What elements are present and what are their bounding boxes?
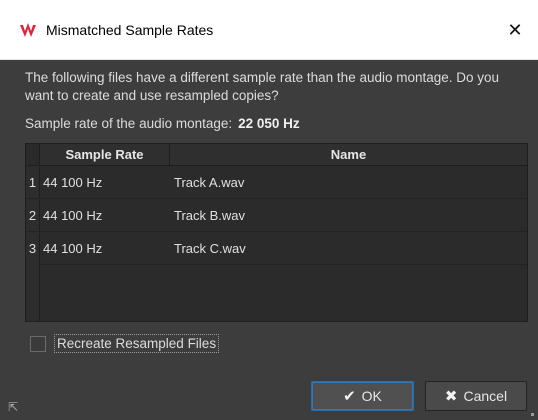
cell-sample-rate: 44 100 Hz	[43, 175, 103, 190]
cell-name: Track B.wav	[174, 208, 246, 223]
cell-name: Track C.wav	[174, 241, 246, 256]
description-text: The following files have a different sam…	[25, 70, 500, 103]
cell-sample-rate: 44 100 Hz	[43, 208, 103, 223]
table-row[interactable]: 3 44 100 Hz Track C.wav	[26, 233, 527, 265]
table-row[interactable]: 1 44 100 Hz Track A.wav	[26, 167, 527, 199]
dialog-body: The following files have a different sam…	[0, 61, 538, 420]
recreate-checkbox[interactable]	[30, 335, 46, 352]
row-number: 2	[26, 200, 40, 231]
montage-rate-label: Sample rate of the audio montage:	[25, 116, 233, 131]
cell-name: Track A.wav	[174, 175, 245, 190]
ok-button-label: OK	[361, 388, 382, 404]
cancel-button[interactable]: ✖ Cancel	[425, 381, 527, 411]
window-title: Mismatched Sample Rates	[46, 22, 214, 38]
resize-grip-icon[interactable]: ⇱	[8, 400, 18, 414]
column-header-sample-rate[interactable]: Sample Rate	[40, 144, 170, 165]
recreate-option[interactable]: Recreate Resampled Files	[30, 334, 220, 353]
dialog-window: Mismatched Sample Rates ✕ The following …	[0, 0, 538, 420]
recreate-checkbox-label[interactable]: Recreate Resampled Files	[54, 334, 220, 353]
cancel-button-label: Cancel	[463, 388, 508, 404]
wavelab-logo-icon	[20, 23, 36, 37]
x-icon: ✖	[444, 388, 458, 405]
checkmark-icon: ✔	[343, 388, 356, 405]
table-corner[interactable]	[26, 144, 40, 165]
column-header-name[interactable]: Name	[170, 144, 527, 165]
ok-button[interactable]: ✔ OK	[311, 381, 414, 411]
close-button[interactable]: ✕	[492, 12, 538, 48]
title-bar: Mismatched Sample Rates ✕	[0, 0, 538, 60]
row-number: 1	[26, 167, 40, 198]
table-row[interactable]: 2 44 100 Hz Track B.wav	[26, 200, 527, 232]
montage-rate-value: 22 050 Hz	[238, 116, 300, 131]
cell-sample-rate: 44 100 Hz	[43, 241, 103, 256]
row-header-filler	[26, 264, 40, 321]
corner-dot	[531, 413, 534, 416]
montage-rate-line: Sample rate of the audio montage: 22 050 …	[25, 116, 300, 131]
close-icon: ✕	[507, 19, 523, 41]
row-number: 3	[26, 233, 40, 264]
files-table[interactable]: Sample Rate Name 1 44 100 Hz Track A.wav…	[25, 143, 528, 322]
table-header: Sample Rate Name	[26, 144, 527, 166]
